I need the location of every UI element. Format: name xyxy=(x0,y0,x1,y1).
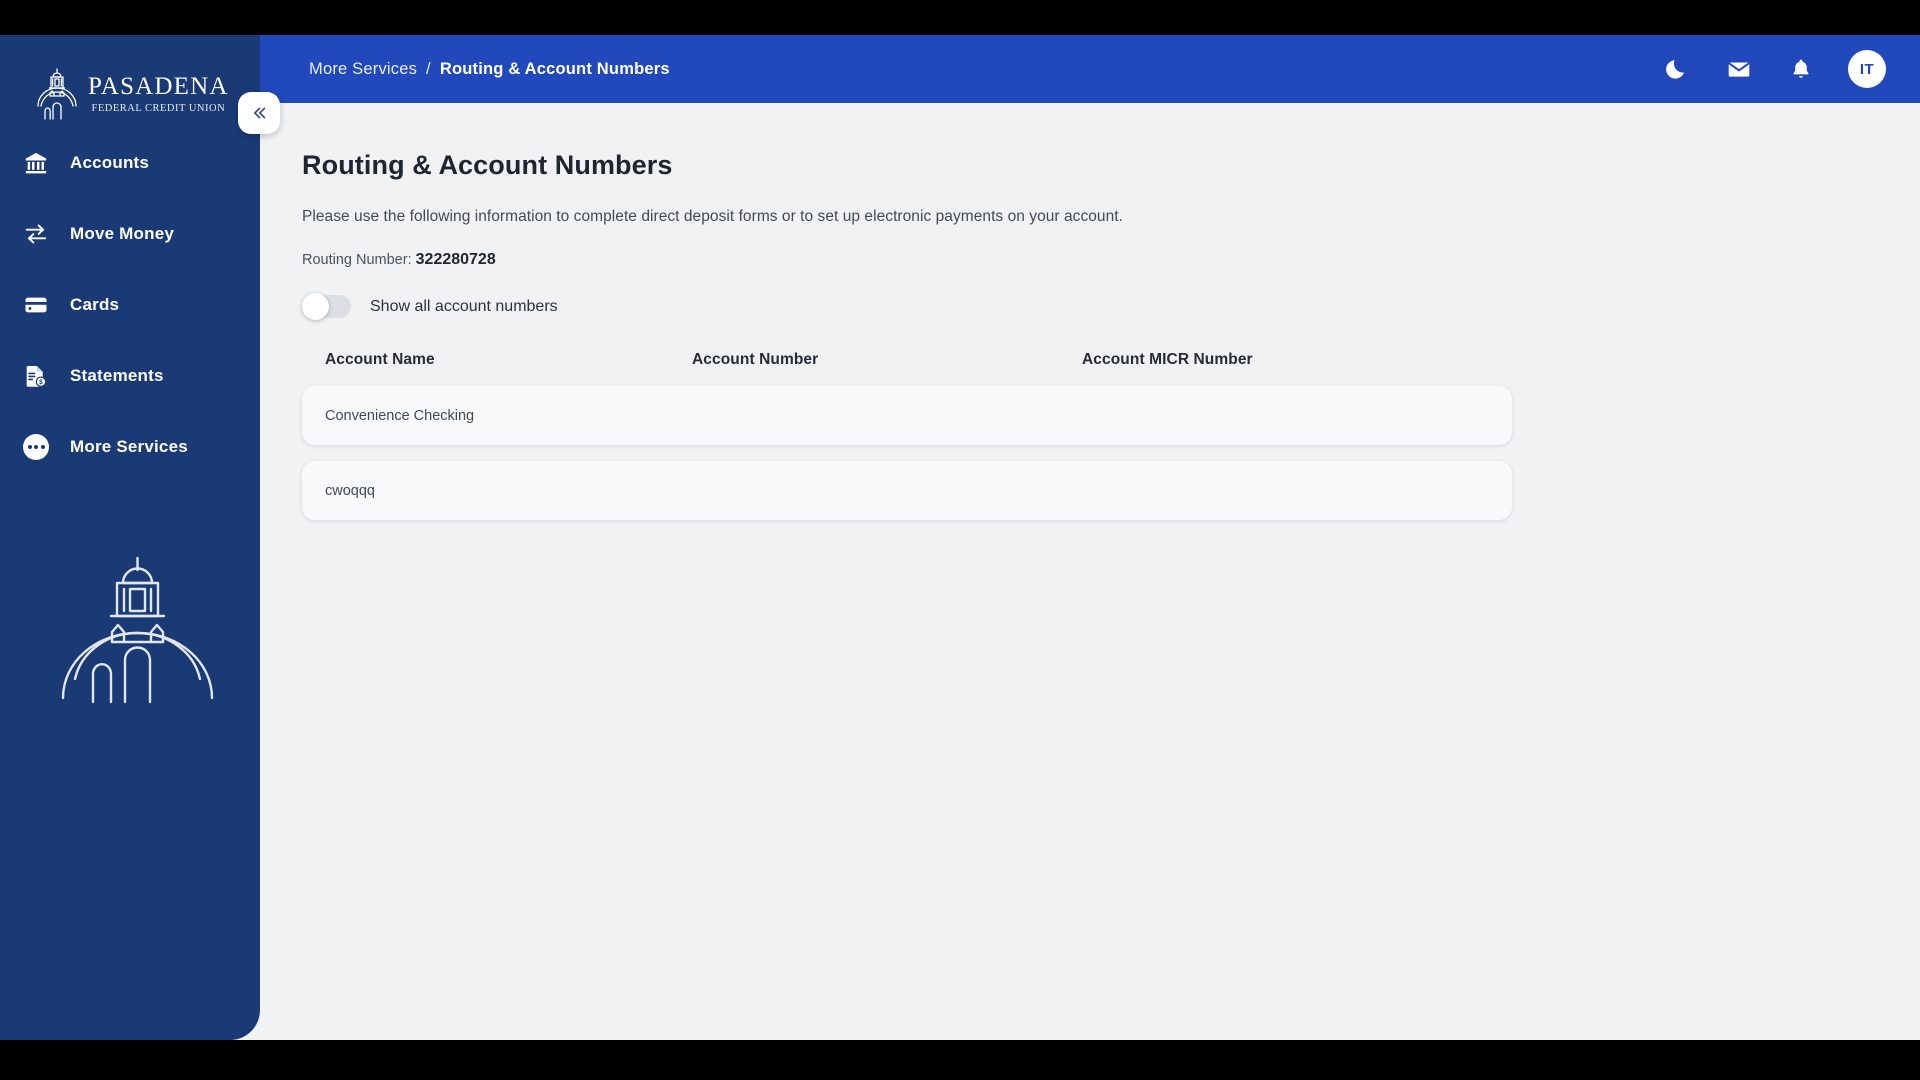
avatar[interactable]: IT xyxy=(1848,50,1886,88)
sidebar-nav: Accounts Move Money Cards $ Statements M… xyxy=(0,140,260,495)
top-header-bar: More Services / Routing & Account Number… xyxy=(260,35,1920,103)
page-title: Routing & Account Numbers xyxy=(302,150,673,180)
sidebar-item-label: Move Money xyxy=(70,224,175,243)
sidebar-item-cards[interactable]: Cards xyxy=(0,282,260,328)
cell-account-name: cwoqqq xyxy=(325,482,375,499)
svg-text:$: $ xyxy=(39,379,43,386)
show-all-account-numbers-row: Show all account numbers xyxy=(302,293,1920,320)
header-actions: IT xyxy=(1662,50,1886,88)
app-window: More Services / Routing & Account Number… xyxy=(0,35,1920,1040)
breadcrumb-parent[interactable]: More Services xyxy=(309,60,417,79)
main-content: Routing & Account Numbers Please use the… xyxy=(260,103,1920,1040)
document-dollar-icon: $ xyxy=(22,362,50,390)
routing-number-line: Routing Number: 322280728 xyxy=(302,251,1920,269)
brand-wordmark: PASADENA FEDERAL CREDIT UNION xyxy=(88,74,229,114)
breadcrumb: More Services / Routing & Account Number… xyxy=(309,60,670,79)
sidebar-item-statements[interactable]: $ Statements xyxy=(0,353,260,399)
sidebar: PASADENA FEDERAL CREDIT UNION Accounts M… xyxy=(0,35,260,1040)
double-chevron-left-icon xyxy=(254,107,266,119)
accounts-table-header: Account Name Account Number Account MICR… xyxy=(302,351,1512,369)
show-all-account-numbers-toggle[interactable] xyxy=(302,293,351,320)
city-hall-dome-watermark-icon xyxy=(55,550,220,705)
brand-name: PASADENA xyxy=(88,73,229,100)
page-description: Please use the following information to … xyxy=(302,208,1123,225)
envelope-icon[interactable] xyxy=(1724,54,1754,84)
breadcrumb-current: Routing & Account Numbers xyxy=(439,59,670,78)
credit-card-icon xyxy=(22,291,50,319)
brand-subtitle: FEDERAL CREDIT UNION xyxy=(91,103,226,114)
transfer-arrows-icon xyxy=(22,220,50,248)
column-header-account-number: Account Number xyxy=(692,351,819,368)
sidebar-item-label: Statements xyxy=(70,366,164,385)
sidebar-item-move-money[interactable]: Move Money xyxy=(0,211,260,257)
table-row[interactable]: cwoqqq xyxy=(302,461,1512,520)
column-header-account-name: Account Name xyxy=(325,351,435,368)
routing-number-label: Routing Number: xyxy=(302,252,412,268)
sidebar-collapse-button[interactable] xyxy=(238,92,280,134)
column-header-account-micr-number: Account MICR Number xyxy=(1082,351,1253,368)
toggle-knob xyxy=(302,293,329,320)
bell-icon[interactable] xyxy=(1786,54,1816,84)
bank-icon xyxy=(22,149,50,177)
breadcrumb-separator: / xyxy=(426,59,431,78)
table-row[interactable]: Convenience Checking xyxy=(302,386,1512,445)
sidebar-item-label: Accounts xyxy=(70,153,150,172)
crescent-moon-icon[interactable] xyxy=(1662,54,1692,84)
cell-account-name: Convenience Checking xyxy=(325,407,475,424)
sidebar-item-label: Cards xyxy=(70,295,120,314)
toggle-label: Show all account numbers xyxy=(370,297,558,315)
brand-logo[interactable]: PASADENA FEDERAL CREDIT UNION xyxy=(34,63,227,125)
sidebar-item-more-services[interactable]: More Services xyxy=(0,424,260,470)
ellipsis-circle-icon xyxy=(22,433,50,461)
accounts-table-body: Convenience Checking cwoqqq xyxy=(302,386,1512,520)
city-hall-dome-icon xyxy=(34,66,80,122)
routing-number-value: 322280728 xyxy=(415,251,496,268)
sidebar-item-label: More Services xyxy=(70,437,188,456)
sidebar-item-accounts[interactable]: Accounts xyxy=(0,140,260,186)
